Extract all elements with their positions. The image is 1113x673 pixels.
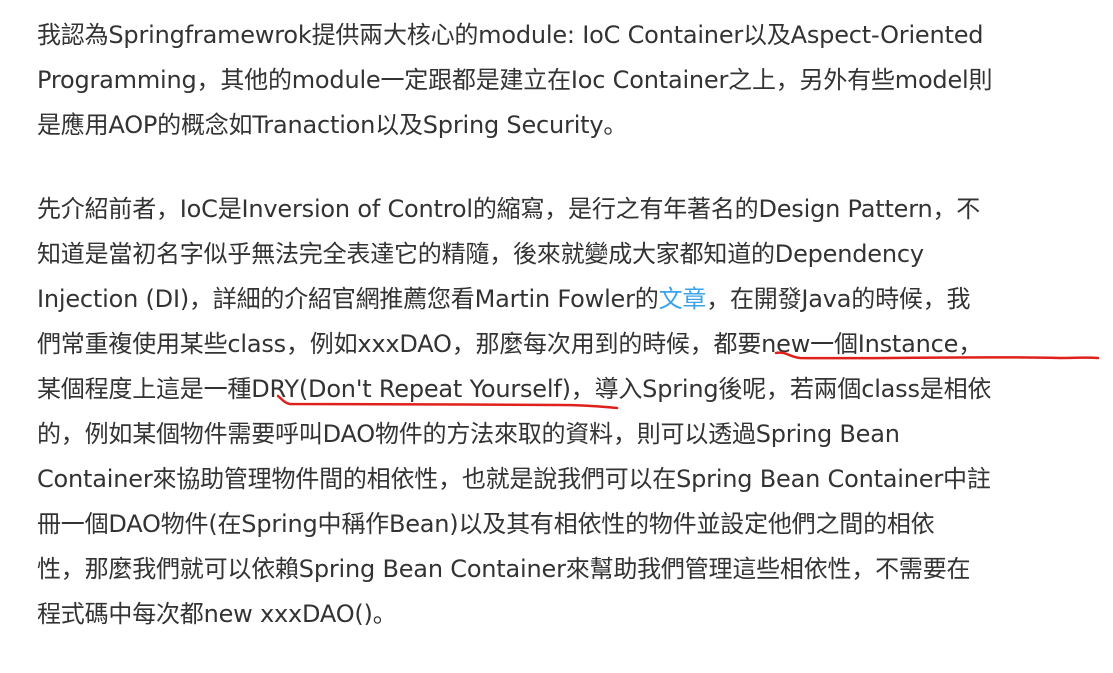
paragraph-line: Container來協助管理物件間的相依性，也就是說我們可以在Spring Be… xyxy=(37,465,991,493)
article-body: 我認為Springframewrok提供兩大核心的module: IoC Con… xyxy=(0,0,1113,673)
line-text: Injection (DI)，詳細的介紹官網推薦您看Martin Fowler的 xyxy=(37,285,659,313)
line-text: ，在開發Java的時候，我 xyxy=(706,285,971,313)
paragraph-line: Programming，其他的module一定跟都是建立在Ioc Contain… xyxy=(37,66,993,94)
paragraph-line: 的，例如某個物件需要呼叫DAO物件的方法來取的資料，則可以透過Spring Be… xyxy=(37,420,900,448)
line-text: ，導入Spring後呢，若兩個class是相依 xyxy=(570,375,992,403)
paragraph-line: 們常重複使用某些class，例如xxxDAO，那麼每次用到的時候，都要new一個… xyxy=(37,324,982,364)
paragraph-line: 知道是當初名字似乎無法完全表達它的精隨，後來就變成大家都知道的Dependenc… xyxy=(37,240,924,268)
paragraph-line: Injection (DI)，詳細的介紹官網推薦您看Martin Fowler的… xyxy=(37,279,970,319)
paragraph-line: 性，那麼我們就可以依賴Spring Bean Container來幫助我們管理這… xyxy=(37,555,971,583)
paragraph-line: 我認為Springframewrok提供兩大核心的module: IoC Con… xyxy=(37,21,984,49)
underlined-phrase-new-instance: ，都要new一個Instance， xyxy=(689,330,983,358)
paragraph-line: 先介紹前者，IoC是Inversion of Control的縮寫，是行之有年著… xyxy=(37,195,981,223)
line-text: 們常重複使用某些class，例如xxxDAO，那麼每次用到的時候 xyxy=(37,330,690,358)
article-link[interactable]: 文章 xyxy=(659,285,707,313)
line-text: 某個程度上這是一種 xyxy=(37,375,252,403)
paragraph-line: 冊一個DAO物件(在Spring中稱作Bean)以及其有相依性的物件並設定他們之… xyxy=(37,510,935,538)
paragraph-line: 某個程度上這是一種DRY(Don't Repeat Yourself)，導入Sp… xyxy=(37,369,991,409)
paragraph-line: 程式碼中每次都new xxxDAO()。 xyxy=(37,600,397,628)
paragraph-line: 是應用AOP的概念如Tranaction以及Spring Security。 xyxy=(37,111,628,139)
underlined-phrase-dry: DRY(Don't Repeat Yourself) xyxy=(251,375,571,403)
